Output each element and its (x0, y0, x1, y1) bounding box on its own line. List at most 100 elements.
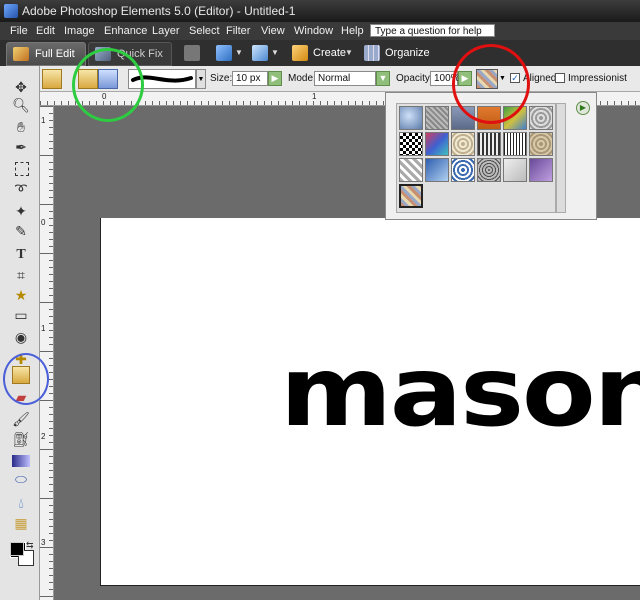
ruler-tick (49, 372, 53, 373)
tab-quick-fix-label: Quick Fix (117, 48, 163, 60)
brush-dropdown-button[interactable]: ▼ (196, 69, 206, 89)
magic-wand-tool-icon[interactable]: ✦ (12, 202, 30, 220)
ruler-tick (49, 568, 53, 569)
pattern-swatch[interactable] (425, 132, 449, 156)
gradient-tool-icon[interactable] (12, 455, 30, 467)
lasso-tool-icon[interactable]: ➰︎ (12, 180, 30, 198)
print-button[interactable] (184, 44, 204, 62)
foreground-color-front[interactable] (10, 542, 24, 556)
straighten-tool-icon[interactable]: ▭ (12, 306, 30, 324)
pattern-swatch[interactable] (529, 132, 553, 156)
ruler-tick (40, 547, 53, 548)
cookie-cutter-tool-icon[interactable]: ★ (12, 286, 30, 304)
size-input[interactable]: 10 px (232, 71, 268, 86)
opacity-input[interactable]: 100% (430, 71, 460, 86)
pattern-swatch[interactable] (503, 132, 527, 156)
menu-help[interactable]: Help (341, 25, 364, 37)
eyedropper-tool-icon[interactable]: ✒ (12, 138, 30, 156)
ruler-left-number: 3 (41, 538, 46, 547)
menu-filter[interactable]: Filter (226, 25, 250, 37)
pattern-swatch[interactable] (529, 106, 553, 130)
help-search-input[interactable]: Type a question for help (370, 24, 495, 37)
impressionist-checkbox[interactable] (555, 73, 565, 83)
pattern-swatch[interactable] (477, 132, 501, 156)
ruler-tick (49, 190, 53, 191)
menu-edit[interactable]: Edit (36, 25, 55, 37)
tab-quick-fix[interactable]: Quick Fix (88, 42, 172, 66)
brush-tool-icon[interactable]: 🖌︎ (12, 410, 30, 428)
type-tool-icon[interactable]: T (12, 246, 30, 264)
chevron-down-icon: ▼ (197, 76, 205, 83)
pattern-swatch[interactable] (503, 106, 527, 130)
mode-dropdown-button[interactable]: ▼ (376, 71, 390, 86)
pattern-swatch[interactable] (399, 106, 423, 130)
size-label: Size: (210, 73, 233, 84)
ruler-tick (49, 379, 53, 380)
ruler-tick (49, 505, 53, 506)
mode-select[interactable]: Normal (314, 71, 376, 86)
menu-view[interactable]: View (261, 25, 285, 37)
menu-image[interactable]: Image (64, 25, 95, 37)
ruler-tick (49, 540, 53, 541)
crop-tool-icon[interactable]: ⌗ (12, 266, 30, 284)
pattern-swatch[interactable] (477, 106, 501, 130)
ruler-tick (208, 101, 209, 105)
pattern-swatch[interactable] (399, 132, 423, 156)
pattern-swatch[interactable] (451, 158, 475, 182)
marquee-tool-icon[interactable] (15, 162, 29, 176)
pattern-swatch[interactable] (451, 106, 475, 130)
blur-tool-icon[interactable]: 💧︎ (12, 494, 30, 512)
ruler-tick (299, 101, 300, 105)
ruler-tick (68, 101, 69, 105)
move-tool-icon[interactable]: ✥ (12, 78, 30, 96)
pattern-swatch[interactable] (399, 184, 423, 208)
brush-preview[interactable] (128, 69, 196, 89)
aligned-label: Aligned (523, 73, 557, 84)
email-button[interactable]: ▼ (252, 44, 282, 62)
selection-brush-tool-icon[interactable]: ✎ (12, 222, 30, 240)
pattern-swatch[interactable] (529, 158, 553, 182)
pattern-panel-menu-button[interactable]: ▶ (576, 101, 590, 115)
share-button[interactable]: ▼ (216, 44, 246, 62)
create-button[interactable]: Create ▼ (292, 44, 353, 62)
menu-layer[interactable]: Layer (152, 25, 180, 37)
ruler-tick (607, 101, 608, 105)
menu-window[interactable]: Window (294, 25, 333, 37)
menu-select[interactable]: Select (189, 25, 220, 37)
opacity-slider-button[interactable]: ▶ (458, 71, 472, 86)
pattern-picker-button[interactable] (476, 69, 498, 89)
pattern-dropdown-button[interactable]: ▼ (498, 69, 507, 89)
pattern-panel-scrollbar[interactable] (556, 103, 566, 213)
pattern-swatch[interactable] (425, 106, 449, 130)
size-slider-button[interactable]: ▶ (268, 71, 282, 86)
shape-tool-icon[interactable]: ⬭ (12, 470, 30, 488)
red-eye-tool-icon[interactable]: ◉ (12, 328, 30, 346)
pattern-swatch[interactable] (451, 132, 475, 156)
organize-button[interactable]: Organize (364, 44, 430, 62)
tab-full-edit[interactable]: Full Edit (6, 42, 86, 66)
ruler-tick (40, 253, 53, 254)
ruler-tick (49, 239, 53, 240)
chevron-down-icon: ▼ (235, 48, 243, 57)
paint-bucket-tool-icon[interactable]: ⛽︎ (12, 430, 30, 448)
ruler-tick (49, 232, 53, 233)
menu-enhance[interactable]: Enhance (104, 25, 147, 37)
eraser-tool-icon[interactable]: ▰ (12, 388, 30, 406)
pattern-swatch[interactable] (477, 158, 501, 182)
hand-tool-icon[interactable]: ✋︎ (12, 118, 30, 136)
ruler-tick (49, 211, 53, 212)
clone-stamp-option-icon[interactable] (78, 69, 98, 89)
ruler-tick (327, 101, 328, 105)
pattern-swatch[interactable] (399, 158, 423, 182)
pattern-swatch[interactable] (503, 158, 527, 182)
clone-stamp-option-icon[interactable] (42, 69, 62, 89)
pattern-stamp-option-icon[interactable] (98, 69, 118, 89)
clone-stamp-tool-icon[interactable] (12, 366, 30, 384)
aligned-checkbox[interactable]: ✓ (510, 73, 520, 83)
swap-colors-icon[interactable]: ⇆ (26, 540, 34, 551)
menu-file[interactable]: File (10, 25, 28, 37)
pattern-swatch[interactable] (425, 158, 449, 182)
ruler-tick (49, 183, 53, 184)
sponge-tool-icon[interactable]: ▦ (12, 514, 30, 532)
zoom-tool-icon[interactable]: 🔍︎ (12, 96, 30, 114)
